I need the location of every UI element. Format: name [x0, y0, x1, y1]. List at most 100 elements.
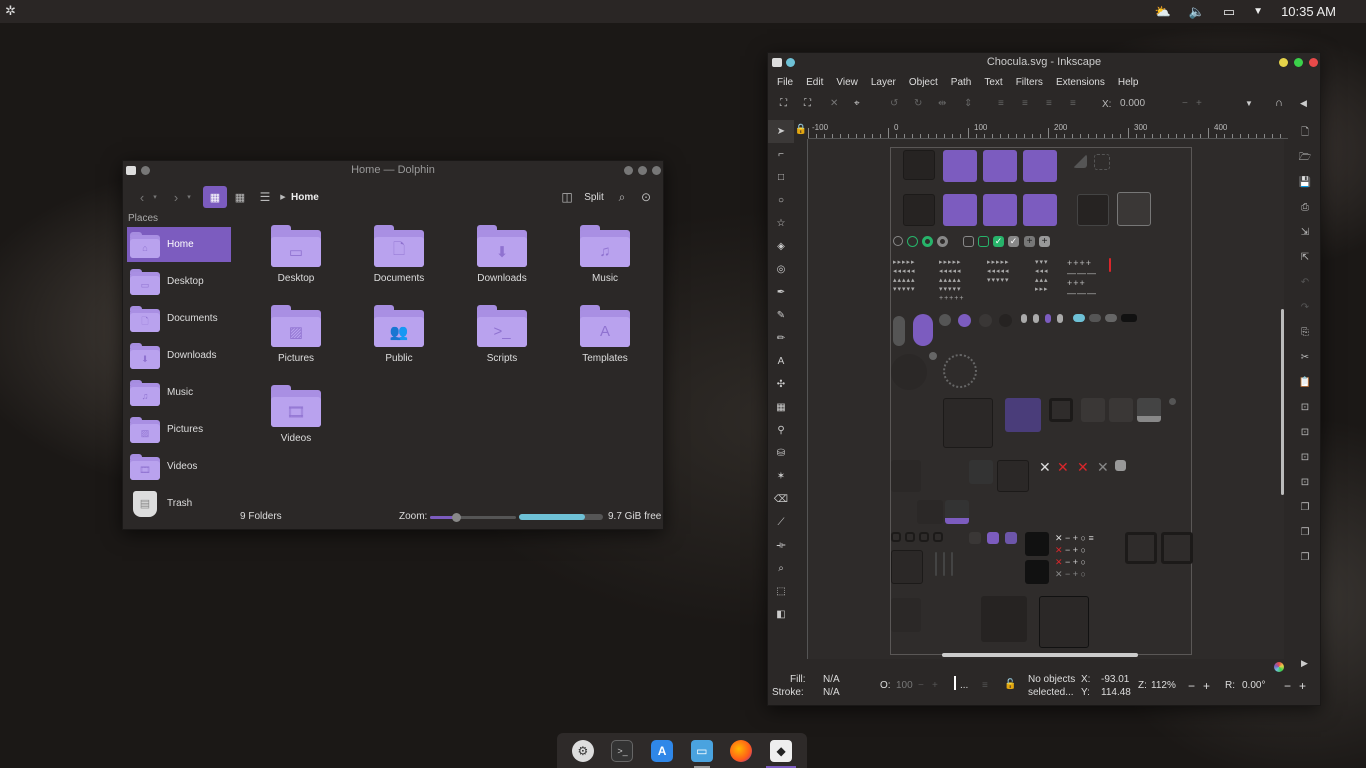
rotate-ccw-button[interactable]: −: [1284, 679, 1291, 693]
compact-view-button[interactable]: ▦: [231, 186, 249, 208]
zoom-slider-handle[interactable]: [451, 513, 461, 522]
selector-tool-icon[interactable]: ➤: [768, 120, 794, 143]
forward-button[interactable]: ›: [169, 186, 183, 208]
settings-icon[interactable]: ⚙: [571, 739, 594, 762]
menu-layer[interactable]: Layer: [871, 77, 896, 88]
places-item-videos[interactable]: 🎞 Videos: [127, 449, 231, 484]
stroke-value[interactable]: N/A: [823, 687, 840, 698]
opacity-decrement-button[interactable]: −: [918, 680, 924, 691]
tweak-tool-icon[interactable]: ✶: [768, 465, 794, 488]
folder-public[interactable]: 👥 Public: [349, 305, 449, 375]
zoom-out-button[interactable]: −: [1188, 679, 1195, 693]
horizontal-ruler[interactable]: -100 0 100 200 300 400: [808, 121, 1288, 139]
menu-icon[interactable]: ⊙: [638, 186, 654, 208]
window-menu-icon[interactable]: [772, 58, 782, 67]
menu-filters[interactable]: Filters: [1016, 77, 1043, 88]
menu-path[interactable]: Path: [951, 77, 972, 88]
open-document-icon[interactable]: 🗁: [1290, 145, 1320, 170]
details-view-button[interactable]: ☰: [257, 186, 273, 208]
import-icon[interactable]: ⇲: [1290, 220, 1320, 245]
chevron-down-icon[interactable]: ▼: [1253, 6, 1263, 17]
horizontal-scrollbar[interactable]: [942, 653, 1138, 657]
layer-menu-icon[interactable]: ≡: [982, 680, 988, 691]
touch-select-icon[interactable]: ⌖: [854, 98, 860, 109]
x-increment-button[interactable]: +: [1196, 98, 1202, 109]
expand-panel-icon[interactable]: ▶: [1301, 658, 1308, 669]
snap-menu-icon[interactable]: ◀: [1300, 98, 1307, 109]
places-item-pictures[interactable]: ▨ Pictures: [127, 412, 231, 447]
folder-music[interactable]: ♫ Music: [555, 225, 655, 295]
node-tool-icon[interactable]: ⌐: [768, 143, 794, 166]
undo-icon[interactable]: ↶: [1290, 270, 1320, 295]
new-document-icon[interactable]: 🗋: [1290, 120, 1320, 145]
folder-downloads[interactable]: ⬇ Downloads: [452, 225, 552, 295]
drawing-canvas[interactable]: ✓ ✓ + + ▸▸▸▸▸ ◂◂◂◂◂ ▴▴▴▴▴ ▾▾▾▾▾ ▸▸▸▸▸ ◂◂◂◂◂ ▴…: [808, 139, 1284, 659]
pencil-tool-icon[interactable]: ✏: [768, 327, 794, 350]
app-store-icon[interactable]: A: [651, 739, 674, 762]
select-all-layers-icon[interactable]: ⛶: [804, 98, 811, 109]
opacity-increment-button[interactable]: +: [932, 680, 938, 691]
menu-extensions[interactable]: Extensions: [1056, 77, 1105, 88]
menu-help[interactable]: Help: [1118, 77, 1139, 88]
forward-history-icon[interactable]: ▾: [185, 186, 193, 208]
menu-edit[interactable]: Edit: [806, 77, 823, 88]
firefox-icon[interactable]: [730, 739, 753, 762]
search-icon[interactable]: ⌕: [615, 186, 629, 208]
lower-icon[interactable]: ≡: [1022, 98, 1028, 109]
zoom-input[interactable]: 112%: [1151, 680, 1176, 691]
vertical-ruler[interactable]: [794, 139, 808, 659]
back-button[interactable]: ‹: [135, 186, 149, 208]
maximize-button[interactable]: [1294, 58, 1303, 67]
gradient-tool-icon[interactable]: ◧: [768, 603, 794, 626]
folder-scripts[interactable]: >_ Scripts: [452, 305, 552, 375]
spiral-tool-icon[interactable]: ◎: [768, 258, 794, 281]
ellipse-tool-icon[interactable]: ○: [768, 189, 794, 212]
select-all-icon[interactable]: ⛶: [780, 98, 787, 109]
pin-icon[interactable]: [786, 58, 795, 67]
places-item-home[interactable]: ⌂ Home: [127, 227, 231, 262]
rect-tool-icon[interactable]: □: [768, 166, 794, 189]
layer-lock-icon[interactable]: 🔓: [1004, 679, 1016, 690]
x-input[interactable]: 0.000: [1116, 96, 1176, 112]
close-button[interactable]: [1309, 58, 1318, 67]
color-wheel-icon[interactable]: [1274, 662, 1284, 672]
measure-tool-icon[interactable]: ⟛: [768, 534, 794, 557]
raise-bottom-icon[interactable]: ≡: [998, 98, 1004, 109]
places-item-downloads[interactable]: ⬇ Downloads: [127, 338, 231, 373]
eraser-tool-icon[interactable]: ⌫: [768, 488, 794, 511]
breadcrumb-home[interactable]: Home: [291, 186, 331, 208]
menu-file[interactable]: File: [777, 77, 793, 88]
calligraphy-tool-icon[interactable]: ✎: [768, 304, 794, 327]
volume-icon[interactable]: 🔈: [1189, 4, 1205, 20]
folder-desktop[interactable]: ▭ Desktop: [246, 225, 346, 295]
terminal-icon[interactable]: >_: [611, 739, 634, 762]
menu-view[interactable]: View: [836, 77, 858, 88]
flip-v-icon[interactable]: ⇕: [964, 98, 972, 109]
menu-object[interactable]: Object: [909, 77, 938, 88]
unlink-clone-icon[interactable]: ❐: [1290, 545, 1320, 570]
layer-dropdown[interactable]: ...: [960, 680, 968, 691]
launcher-icon[interactable]: ✲: [5, 3, 21, 19]
spray-tool-icon[interactable]: ✣: [768, 373, 794, 396]
close-button[interactable]: [652, 166, 661, 175]
page-tool-icon[interactable]: ⬚: [768, 580, 794, 603]
pen-tool-icon[interactable]: ✒: [768, 281, 794, 304]
connector-tool-icon[interactable]: ⟋: [768, 511, 794, 534]
redo-icon[interactable]: ↷: [1290, 295, 1320, 320]
minimize-button[interactable]: [1279, 58, 1288, 67]
files-icon[interactable]: ▭: [690, 739, 713, 768]
dolphin-titlebar[interactable]: Home — Dolphin: [123, 161, 663, 180]
places-item-desktop[interactable]: ▭ Desktop: [127, 264, 231, 299]
deselect-icon[interactable]: ✕: [830, 98, 838, 109]
fill-value[interactable]: N/A: [823, 674, 840, 685]
mesh-tool-icon[interactable]: ▦: [768, 396, 794, 419]
export-icon[interactable]: ⇱: [1290, 245, 1320, 270]
dropper-tool-icon[interactable]: ⚲: [768, 419, 794, 442]
display-icon[interactable]: ▭: [1223, 4, 1235, 20]
places-item-documents[interactable]: 🗋 Documents: [127, 301, 231, 336]
zoom-in-button[interactable]: +: [1203, 679, 1210, 693]
zoom-width-icon[interactable]: ⊡: [1290, 470, 1320, 495]
rotate-cw-icon[interactable]: ↻: [914, 98, 922, 109]
zoom-selection-icon[interactable]: ⊡: [1290, 395, 1320, 420]
guide-lock-icon[interactable]: 🔒: [794, 121, 808, 139]
